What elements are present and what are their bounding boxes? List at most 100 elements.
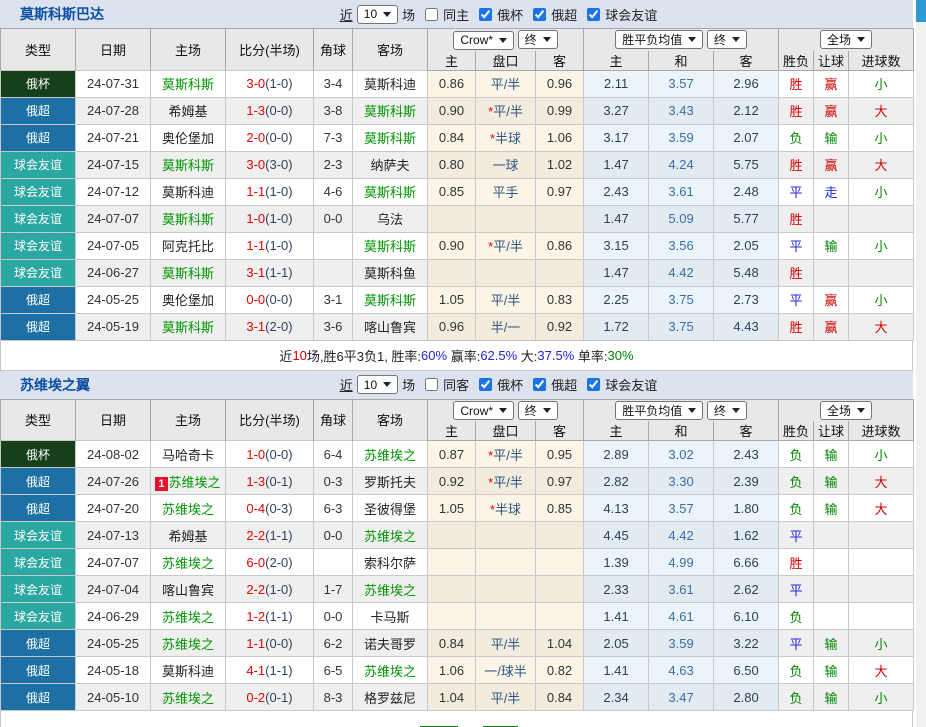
cell-away-team: 卡马斯	[353, 603, 428, 630]
score-halftime: (0-1)	[265, 474, 292, 489]
cell-date: 24-05-19	[76, 313, 151, 340]
near-link[interactable]: 近	[340, 5, 353, 24]
cell-avg-home: 2.11	[584, 70, 649, 97]
cell-home-team: 希姆基	[151, 522, 226, 549]
avg-type-select[interactable]: 胜平负均值	[615, 401, 703, 420]
cell-avg-draw: 3.30	[649, 468, 714, 495]
score-fulltime: 3-1	[246, 319, 265, 334]
cell-avg-away: 6.10	[714, 603, 779, 630]
team-name: 莫斯科斯	[364, 104, 416, 119]
cell-odds-away: 0.85	[536, 495, 584, 522]
team-name: 苏维埃之	[364, 664, 416, 679]
cell-let-result: 赢	[814, 70, 849, 97]
cell-odds-away	[536, 522, 584, 549]
cell-goals: 大	[849, 657, 914, 684]
avg-type-select[interactable]: 胜平负均值	[615, 30, 703, 49]
table-row: 球会友谊24-07-04喀山鲁宾2-2(1-0)1-7苏维埃之2.333.612…	[1, 576, 914, 603]
league-cup-checkbox[interactable]	[479, 378, 492, 391]
cell-score: 1-0(0-0)	[226, 441, 314, 468]
score-fulltime: 6-0	[246, 555, 265, 570]
team-name: 莫斯科斯	[364, 185, 416, 200]
final-avg-select[interactable]: 终	[707, 30, 747, 49]
col-odds-home: 主	[428, 51, 476, 71]
same-venue-checkbox[interactable]	[425, 378, 438, 391]
league-friendly-checkbox[interactable]	[587, 378, 600, 391]
scrollbar-thumb[interactable]	[916, 0, 926, 22]
league-cup-checkbox[interactable]	[479, 8, 492, 21]
cell-away-team: 莫斯科斯	[353, 286, 428, 313]
scrollbar-track[interactable]	[916, 0, 926, 727]
cell-corner: 0-3	[314, 468, 353, 495]
cell-date: 24-07-21	[76, 124, 151, 151]
cell-goals	[849, 522, 914, 549]
cell-home-team: 莫斯科迪	[151, 178, 226, 205]
score-halftime: (1-0)	[265, 238, 292, 253]
cell-handicap: 平手	[476, 178, 536, 205]
league-friendly-checkbox[interactable]	[587, 8, 600, 21]
team-name: 莫斯科斯	[162, 158, 214, 173]
cell-avg-away: 2.96	[714, 70, 779, 97]
cell-goals: 大	[849, 468, 914, 495]
col-corner: 角球	[314, 399, 353, 441]
table-body: 俄杯24-08-02马哈奇卡1-0(0-0)6-4苏维埃之0.87*平/半0.9…	[1, 441, 914, 711]
match-count-select[interactable]: 10	[357, 5, 398, 24]
league-super-checkbox[interactable]	[533, 8, 546, 21]
summary-segment: 单率:	[574, 346, 607, 365]
cell-score: 2-2(1-1)	[226, 522, 314, 549]
cell-result: 负	[779, 495, 814, 522]
final-avg-select[interactable]: 终	[707, 401, 747, 420]
col-result: 胜负	[779, 51, 814, 71]
score-fulltime: 0-0	[246, 292, 265, 307]
cell-avg-home: 1.41	[584, 603, 649, 630]
col-goals: 进球数	[849, 421, 914, 441]
team-name: 莫斯科鱼	[364, 266, 416, 281]
score-halftime: (1-0)	[265, 582, 292, 597]
table-row: 球会友谊24-07-15莫斯科斯3-0(3-0)2-3纳萨夫0.80一球1.02…	[1, 151, 914, 178]
cell-odds-home	[428, 205, 476, 232]
summary-segment: 60%	[421, 348, 447, 363]
cell-league: 俄杯	[1, 70, 76, 97]
col-away: 客场	[353, 29, 428, 71]
summary-segment: 场,胜6平3负1, 胜率:	[307, 346, 421, 365]
team-name: 纳萨夫	[370, 158, 409, 173]
cell-avg-away: 4.43	[714, 313, 779, 340]
cell-score: 1-2(1-1)	[226, 603, 314, 630]
score-fulltime: 2-2	[246, 528, 265, 543]
cell-avg-draw: 3.57	[649, 70, 714, 97]
cell-league: 球会友谊	[1, 205, 76, 232]
cell-avg-home: 1.47	[584, 205, 649, 232]
cell-date: 24-05-25	[76, 286, 151, 313]
scope-select[interactable]: 全场	[820, 401, 872, 420]
bookmaker-select[interactable]: Crow*	[453, 31, 514, 50]
cell-corner: 3-6	[314, 313, 353, 340]
cell-result: 负	[779, 603, 814, 630]
score-fulltime: 0-4	[246, 501, 265, 516]
cell-corner	[314, 232, 353, 259]
final-odds-select[interactable]: 终	[518, 401, 558, 420]
cell-date: 24-07-07	[76, 549, 151, 576]
score-fulltime: 3-0	[246, 76, 265, 91]
bookmaker-select[interactable]: Crow*	[453, 401, 514, 420]
cell-league: 球会友谊	[1, 603, 76, 630]
cell-score: 6-0(2-0)	[226, 549, 314, 576]
cell-corner: 8-3	[314, 684, 353, 711]
score-halftime: (0-1)	[265, 690, 292, 705]
cell-handicap: *半球	[476, 495, 536, 522]
match-count-select[interactable]: 10	[357, 375, 398, 394]
cell-let-result: 走	[814, 178, 849, 205]
cell-date: 24-07-20	[76, 495, 151, 522]
cell-avg-home: 1.39	[584, 549, 649, 576]
final-odds-select[interactable]: 终	[518, 30, 558, 49]
same-venue-checkbox[interactable]	[425, 8, 438, 21]
table-row: 球会友谊24-06-27莫斯科斯3-1(1-1)莫斯科鱼1.474.425.48…	[1, 259, 914, 286]
odds-dropdown-group: Crow* 终	[428, 399, 584, 421]
score-halftime: (0-3)	[265, 501, 292, 516]
scope-select[interactable]: 全场	[820, 30, 872, 49]
cell-handicap: 一/球半	[476, 657, 536, 684]
col-avg-away: 客	[714, 51, 779, 71]
league-super-checkbox[interactable]	[533, 378, 546, 391]
near-link[interactable]: 近	[340, 375, 353, 394]
col-home: 主场	[151, 399, 226, 441]
cell-home-team: 莫斯科斯	[151, 313, 226, 340]
cell-odds-away	[536, 205, 584, 232]
